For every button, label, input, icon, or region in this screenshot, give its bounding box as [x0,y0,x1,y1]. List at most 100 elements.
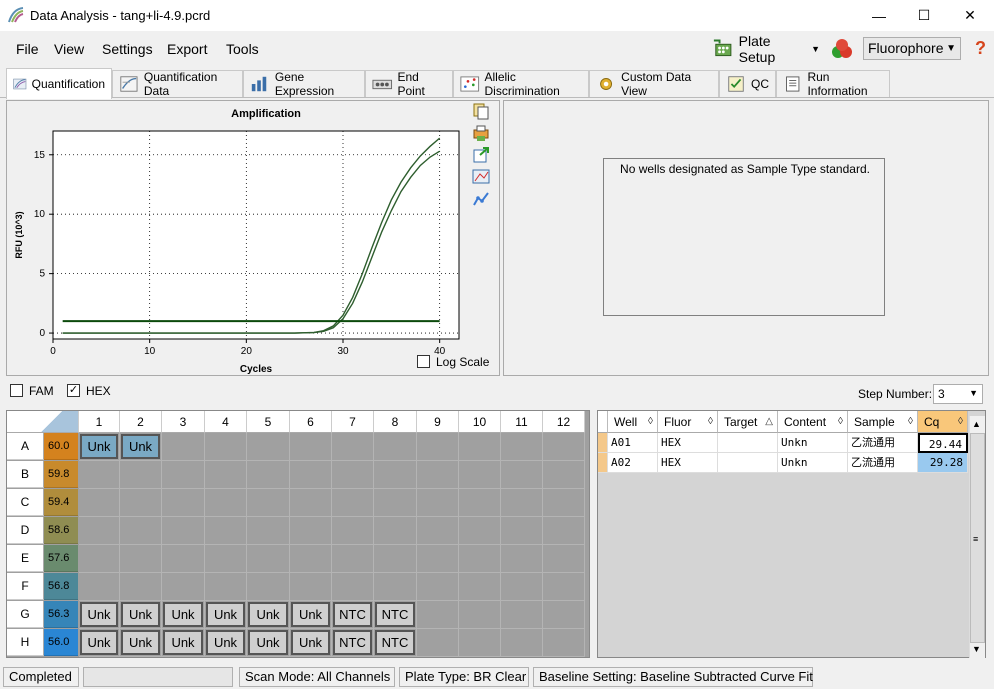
plate-well-G7[interactable]: NTC [332,601,374,629]
plate-well-H2[interactable]: Unk [120,629,162,657]
cell-fluor[interactable]: HEX [658,453,718,473]
plate-well-D11[interactable] [501,517,543,545]
plate-well-D6[interactable] [290,517,332,545]
cell-content[interactable]: Unkn [778,453,848,473]
plate-well-H12[interactable] [543,629,585,657]
plate-well-F10[interactable] [459,573,501,601]
plate-well-E3[interactable] [162,545,205,573]
plate-column-header-12[interactable]: 12 [543,411,585,433]
copy-icon[interactable] [472,102,490,120]
plate-well-F4[interactable] [205,573,247,601]
plate-well-B3[interactable] [162,461,205,489]
plate-row-header-C[interactable]: C [7,489,44,516]
fluorophore-dropdown[interactable]: Fluorophore ▼ [863,37,961,60]
tab-qc[interactable]: QC [719,70,776,97]
plate-well-A2[interactable]: Unk [120,433,162,461]
column-header-sample[interactable]: Sample ◊ [848,411,918,433]
menu-settings[interactable]: Settings [102,41,153,57]
scroll-down-icon[interactable]: ▼ [972,644,981,654]
plate-well-A10[interactable] [459,433,501,461]
plate-well-E8[interactable] [374,545,417,573]
cell-well[interactable]: A01 [608,433,658,453]
plate-well-D3[interactable] [162,517,205,545]
plate-well-F5[interactable] [247,573,290,601]
plate-column-header-4[interactable]: 4 [205,411,247,433]
plate-well-E11[interactable] [501,545,543,573]
menu-export[interactable]: Export [167,41,207,57]
plate-well-C6[interactable] [290,489,332,517]
plate-column-header-6[interactable]: 6 [290,411,332,433]
zoom-chart-icon[interactable] [472,168,490,186]
plate-well-G8[interactable]: NTC [374,601,417,629]
plate-well-B4[interactable] [205,461,247,489]
column-header-fluor[interactable]: Fluor ◊ [658,411,718,433]
plate-well-F9[interactable] [417,573,459,601]
plate-well-D7[interactable] [332,517,374,545]
cell-target[interactable] [718,433,778,453]
cell-sample[interactable]: 乙流通用 [848,433,918,453]
plate-well-B5[interactable] [247,461,290,489]
fam-checkbox[interactable] [10,384,23,397]
plate-well-C10[interactable] [459,489,501,517]
column-header-content[interactable]: Content ◊ [778,411,848,433]
cell-target[interactable] [718,453,778,473]
cell-cq[interactable]: 29.44 [918,433,968,453]
plate-column-header-9[interactable]: 9 [417,411,459,433]
plate-well-F11[interactable] [501,573,543,601]
help-icon[interactable]: ? [975,38,986,59]
plate-well-C4[interactable] [205,489,247,517]
plate-well-B8[interactable] [374,461,417,489]
plate-well-G12[interactable] [543,601,585,629]
menu-file[interactable]: File [16,41,39,57]
column-header-well[interactable]: Well ◊ [608,411,658,433]
plate-well-C5[interactable] [247,489,290,517]
cell-well[interactable]: A02 [608,453,658,473]
plate-well-B7[interactable] [332,461,374,489]
maximize-button[interactable]: ☐ [901,0,947,31]
plate-well-A8[interactable] [374,433,417,461]
plate-well-F12[interactable] [543,573,585,601]
plate-row-header-A[interactable]: A [7,433,44,460]
plate-well-A5[interactable] [247,433,290,461]
plate-well-C1[interactable] [79,489,120,517]
plate-column-header-3[interactable]: 3 [162,411,205,433]
curve-tool-icon[interactable] [472,190,490,208]
plate-row-header-F[interactable]: F [7,573,44,600]
plate-well-G6[interactable]: Unk [290,601,332,629]
plate-column-header-7[interactable]: 7 [332,411,374,433]
plate-corner[interactable] [7,411,79,433]
plate-well-D1[interactable] [79,517,120,545]
row-indicator[interactable] [598,433,608,453]
column-header-cq[interactable]: Cq ◊ [918,411,968,433]
plate-well-F2[interactable] [120,573,162,601]
plate-well-C11[interactable] [501,489,543,517]
plate-well-C3[interactable] [162,489,205,517]
plate-well-E1[interactable] [79,545,120,573]
plate-well-F8[interactable] [374,573,417,601]
tab-allelic-discrimination[interactable]: Allelic Discrimination [453,70,589,98]
tab-end-point[interactable]: End Point [365,70,453,98]
plate-well-A1[interactable]: Unk [79,433,120,461]
plate-well-E12[interactable] [543,545,585,573]
plate-well-H5[interactable]: Unk [247,629,290,657]
plate-well-D9[interactable] [417,517,459,545]
plate-well-H3[interactable]: Unk [162,629,205,657]
plate-well-G1[interactable]: Unk [79,601,120,629]
plate-well-B9[interactable] [417,461,459,489]
cell-fluor[interactable]: HEX [658,433,718,453]
plate-well-G5[interactable]: Unk [247,601,290,629]
plate-well-E7[interactable] [332,545,374,573]
minimize-button[interactable]: — [856,0,902,31]
plate-well-E5[interactable] [247,545,290,573]
plate-well-B6[interactable] [290,461,332,489]
plate-well-E10[interactable] [459,545,501,573]
scroll-up-icon[interactable]: ▲ [972,419,981,429]
plate-column-header-11[interactable]: 11 [501,411,543,433]
plate-well-H9[interactable] [417,629,459,657]
plate-well-G4[interactable]: Unk [205,601,247,629]
step-number-dropdown[interactable]: 3 ▼ [933,384,983,404]
plate-well-F3[interactable] [162,573,205,601]
menu-view[interactable]: View [54,41,84,57]
table-corner[interactable] [598,411,608,433]
plate-well-H8[interactable]: NTC [374,629,417,657]
